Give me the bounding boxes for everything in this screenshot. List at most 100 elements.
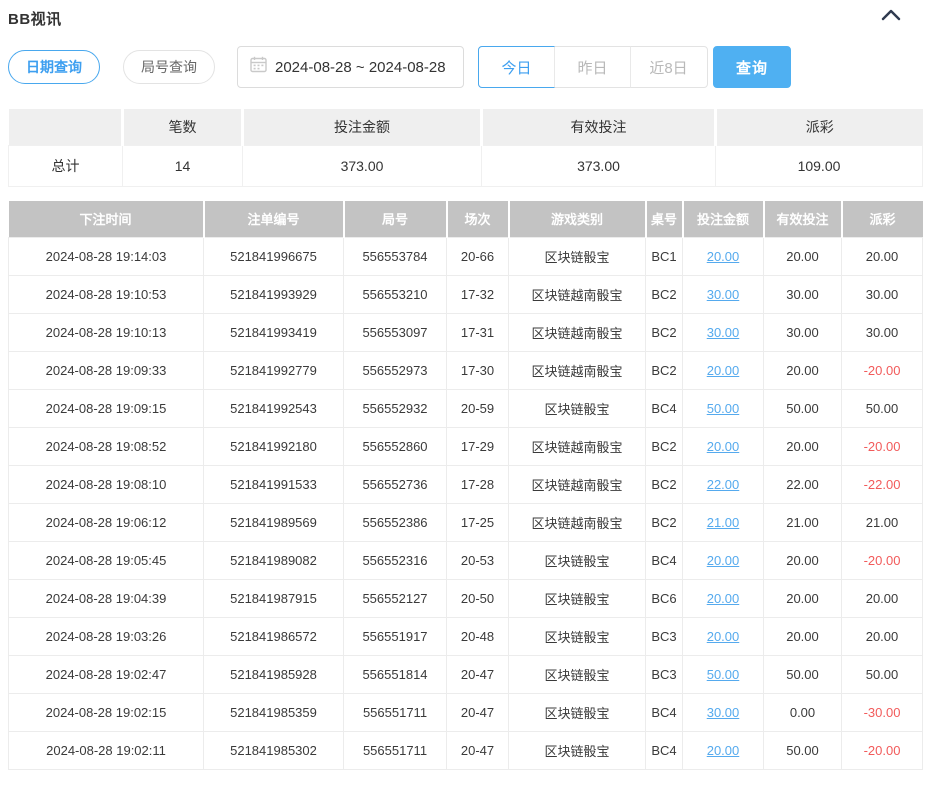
cell-round-no: 556552973 bbox=[344, 352, 447, 390]
table-row: 2024-08-28 19:02:15 521841985359 5565517… bbox=[9, 694, 923, 732]
cell-bet-amount: 30.00 bbox=[683, 314, 764, 352]
quick-range-yesterday[interactable]: 昨日 bbox=[554, 46, 631, 88]
query-toolbar: 日期查询局号查询 今日昨日近8日 查询 bbox=[8, 46, 923, 88]
cell-bet-time: 2024-08-28 19:02:47 bbox=[9, 656, 204, 694]
bet-amount-link[interactable]: 20.00 bbox=[707, 591, 740, 606]
cell-payout: -22.00 bbox=[842, 466, 923, 504]
cell-session: 20-47 bbox=[447, 694, 509, 732]
cell-game-type: 区块链越南骰宝 bbox=[509, 428, 646, 466]
cell-session: 20-47 bbox=[447, 732, 509, 770]
calendar-icon bbox=[250, 56, 267, 78]
cell-payout: 21.00 bbox=[842, 504, 923, 542]
cell-session: 17-25 bbox=[447, 504, 509, 542]
bet-amount-link[interactable]: 50.00 bbox=[707, 667, 740, 682]
cell-game-type: 区块链骰宝 bbox=[509, 580, 646, 618]
cell-table-no: BC4 bbox=[646, 542, 683, 580]
cell-bet-amount: 20.00 bbox=[683, 238, 764, 276]
bet-amount-link[interactable]: 20.00 bbox=[707, 553, 740, 568]
cell-bet-time: 2024-08-28 19:02:15 bbox=[9, 694, 204, 732]
cell-session: 20-50 bbox=[447, 580, 509, 618]
cell-round-no: 556553097 bbox=[344, 314, 447, 352]
cell-bet-amount: 20.00 bbox=[683, 428, 764, 466]
bet-amount-link[interactable]: 20.00 bbox=[707, 629, 740, 644]
cell-bet-amount: 20.00 bbox=[683, 352, 764, 390]
cell-bet-time: 2024-08-28 19:08:10 bbox=[9, 466, 204, 504]
cell-order-no: 521841992779 bbox=[204, 352, 344, 390]
cell-payout: 20.00 bbox=[842, 238, 923, 276]
cell-round-no: 556551711 bbox=[344, 732, 447, 770]
chevron-up-icon bbox=[881, 9, 901, 24]
cell-session: 17-29 bbox=[447, 428, 509, 466]
table-row: 2024-08-28 19:02:11 521841985302 5565517… bbox=[9, 732, 923, 770]
cell-payout: 30.00 bbox=[842, 314, 923, 352]
cell-table-no: BC2 bbox=[646, 466, 683, 504]
cell-valid-bet: 21.00 bbox=[764, 504, 842, 542]
bet-amount-link[interactable]: 30.00 bbox=[707, 325, 740, 340]
cell-game-type: 区块链越南骰宝 bbox=[509, 504, 646, 542]
collapse-panel-button[interactable] bbox=[881, 9, 901, 24]
date-range-input[interactable] bbox=[275, 59, 460, 76]
records-header-bet-time: 下注时间 bbox=[9, 201, 204, 238]
cell-order-no: 521841985928 bbox=[204, 656, 344, 694]
summary-total-row: 总计 14 373.00 373.00 109.00 bbox=[9, 145, 923, 186]
cell-order-no: 521841989082 bbox=[204, 542, 344, 580]
cell-round-no: 556551917 bbox=[344, 618, 447, 656]
cell-game-type: 区块链骰宝 bbox=[509, 694, 646, 732]
quick-range-today[interactable]: 今日 bbox=[478, 46, 555, 88]
cell-game-type: 区块链越南骰宝 bbox=[509, 466, 646, 504]
cell-order-no: 521841986572 bbox=[204, 618, 344, 656]
cell-order-no: 521841996675 bbox=[204, 238, 344, 276]
quick-range-last8days[interactable]: 近8日 bbox=[630, 46, 707, 88]
cell-valid-bet: 20.00 bbox=[764, 352, 842, 390]
cell-table-no: BC4 bbox=[646, 390, 683, 428]
cell-valid-bet: 20.00 bbox=[764, 580, 842, 618]
bet-amount-link[interactable]: 30.00 bbox=[707, 705, 740, 720]
cell-bet-amount: 22.00 bbox=[683, 466, 764, 504]
cell-table-no: BC3 bbox=[646, 656, 683, 694]
cell-bet-time: 2024-08-28 19:04:39 bbox=[9, 580, 204, 618]
cell-game-type: 区块链骰宝 bbox=[509, 542, 646, 580]
cell-order-no: 521841985302 bbox=[204, 732, 344, 770]
records-header-payout: 派彩 bbox=[842, 201, 923, 238]
bet-amount-link[interactable]: 30.00 bbox=[707, 287, 740, 302]
cell-game-type: 区块链骰宝 bbox=[509, 618, 646, 656]
cell-game-type: 区块链骰宝 bbox=[509, 238, 646, 276]
cell-bet-amount: 20.00 bbox=[683, 618, 764, 656]
cell-valid-bet: 50.00 bbox=[764, 390, 842, 428]
cell-order-no: 521841991533 bbox=[204, 466, 344, 504]
cell-order-no: 521841992180 bbox=[204, 428, 344, 466]
summary-total-bet-amount: 373.00 bbox=[243, 145, 482, 186]
records-header-table-no: 桌号 bbox=[646, 201, 683, 238]
cell-order-no: 521841985359 bbox=[204, 694, 344, 732]
cell-valid-bet: 30.00 bbox=[764, 314, 842, 352]
query-tab-round[interactable]: 局号查询 bbox=[123, 50, 215, 84]
bet-amount-link[interactable]: 22.00 bbox=[707, 477, 740, 492]
cell-valid-bet: 20.00 bbox=[764, 618, 842, 656]
cell-table-no: BC1 bbox=[646, 238, 683, 276]
cell-valid-bet: 20.00 bbox=[764, 542, 842, 580]
bet-amount-link[interactable]: 50.00 bbox=[707, 401, 740, 416]
cell-bet-time: 2024-08-28 19:08:52 bbox=[9, 428, 204, 466]
table-row: 2024-08-28 19:09:33 521841992779 5565529… bbox=[9, 352, 923, 390]
cell-payout: -30.00 bbox=[842, 694, 923, 732]
cell-order-no: 521841989569 bbox=[204, 504, 344, 542]
bet-amount-link[interactable]: 20.00 bbox=[707, 363, 740, 378]
search-button[interactable]: 查询 bbox=[713, 46, 791, 88]
cell-bet-amount: 30.00 bbox=[683, 276, 764, 314]
cell-round-no: 556552127 bbox=[344, 580, 447, 618]
cell-payout: -20.00 bbox=[842, 428, 923, 466]
cell-bet-amount: 50.00 bbox=[683, 656, 764, 694]
cell-session: 20-66 bbox=[447, 238, 509, 276]
cell-game-type: 区块链骰宝 bbox=[509, 732, 646, 770]
date-range-picker[interactable] bbox=[237, 46, 464, 88]
cell-valid-bet: 22.00 bbox=[764, 466, 842, 504]
bet-amount-link[interactable]: 21.00 bbox=[707, 515, 740, 530]
summary-total-count: 14 bbox=[123, 145, 243, 186]
cell-session: 20-47 bbox=[447, 656, 509, 694]
bet-amount-link[interactable]: 20.00 bbox=[707, 439, 740, 454]
cell-payout: 50.00 bbox=[842, 656, 923, 694]
bet-amount-link[interactable]: 20.00 bbox=[707, 743, 740, 758]
cell-bet-time: 2024-08-28 19:02:11 bbox=[9, 732, 204, 770]
bet-amount-link[interactable]: 20.00 bbox=[707, 249, 740, 264]
query-tab-date[interactable]: 日期查询 bbox=[8, 50, 100, 84]
